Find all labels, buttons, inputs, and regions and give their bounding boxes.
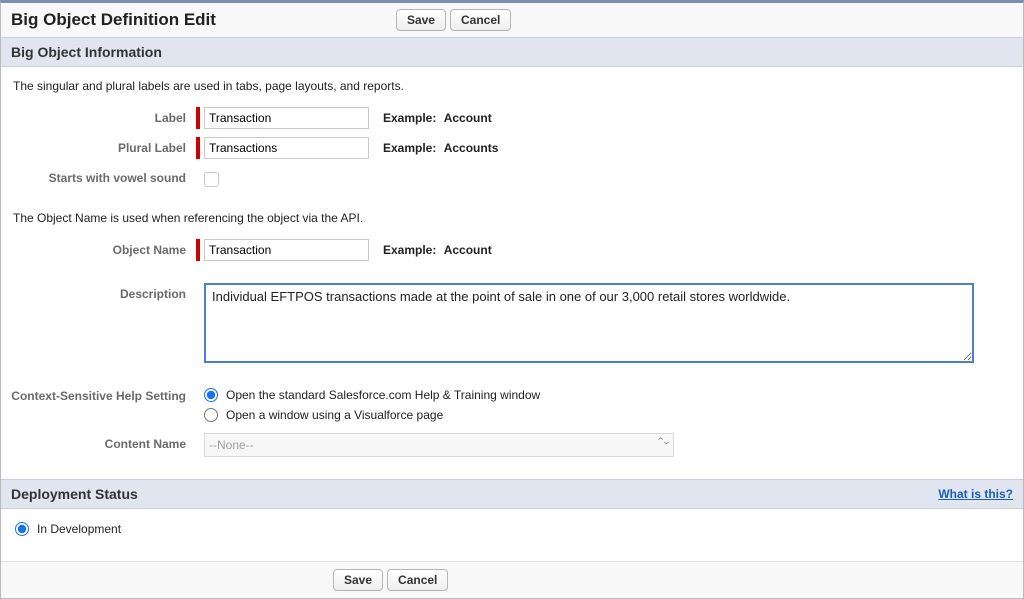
help-setting-options: Open the standard Salesforce.com Help & … <box>204 385 540 425</box>
help-option-vf-row: Open a window using a Visualforce page <box>204 405 540 425</box>
required-bar-spacer <box>196 167 200 189</box>
content-name-select-wrap: --None-- <box>204 433 674 457</box>
save-button-bottom[interactable]: Save <box>333 569 383 591</box>
page-container: Big Object Definition Edit Save Cancel B… <box>0 0 1024 599</box>
example-value: Accounts <box>444 141 499 155</box>
deploy-option-dev-label: In Development <box>37 522 121 536</box>
example-value: Account <box>444 243 492 257</box>
intro-labels-text: The singular and plural labels are used … <box>1 75 1023 103</box>
section-info-body: The singular and plural labels are used … <box>1 67 1023 479</box>
example-prefix: Example: <box>383 111 436 125</box>
deploy-option-dev-radio[interactable] <box>15 522 29 536</box>
spacer <box>1 367 1023 381</box>
example-prefix: Example: <box>383 141 436 155</box>
row-help-setting: Context-Sensitive Help Setting Open the … <box>1 381 1023 429</box>
label-example: Example: Account <box>383 107 492 125</box>
intro-api-text: The Object Name is used when referencing… <box>1 207 1023 235</box>
required-bar-spacer <box>196 283 200 363</box>
deploy-option-dev-row: In Development <box>15 519 1009 539</box>
cancel-button-bottom[interactable]: Cancel <box>387 569 448 591</box>
save-button-top[interactable]: Save <box>396 9 446 31</box>
page-title: Big Object Definition Edit <box>11 10 216 30</box>
description-field-label: Description <box>1 283 196 301</box>
object-name-input[interactable] <box>204 239 369 261</box>
required-bar-spacer <box>196 385 200 425</box>
help-option-vf-label: Open a window using a Visualforce page <box>226 408 443 422</box>
content-name-select[interactable]: --None-- <box>204 433 674 457</box>
plural-example: Example: Accounts <box>383 137 498 155</box>
section-deploy-header: Deployment Status What is this? <box>1 479 1023 509</box>
objname-example: Example: Account <box>383 239 492 257</box>
section-info-header: Big Object Information <box>1 37 1023 67</box>
label-input[interactable] <box>204 107 369 129</box>
row-vowel: Starts with vowel sound <box>1 163 1023 193</box>
help-option-vf-radio[interactable] <box>204 408 218 422</box>
row-content-name: Content Name --None-- <box>1 429 1023 461</box>
cancel-button-top[interactable]: Cancel <box>450 9 511 31</box>
plural-label-input[interactable] <box>204 137 369 159</box>
row-label: Label Example: Account <box>1 103 1023 133</box>
footer-buttons: Save Cancel <box>333 569 448 591</box>
footer-bar: Save Cancel <box>1 561 1023 598</box>
example-value: Account <box>444 111 492 125</box>
help-option-standard-label: Open the standard Salesforce.com Help & … <box>226 388 540 402</box>
content-name-field-label: Content Name <box>1 433 196 451</box>
help-option-standard-radio[interactable] <box>204 388 218 402</box>
required-bar-icon <box>196 137 200 159</box>
help-option-standard-row: Open the standard Salesforce.com Help & … <box>204 385 540 405</box>
description-textarea[interactable] <box>204 283 974 363</box>
spacer <box>1 193 1023 207</box>
row-plural-label: Plural Label Example: Accounts <box>1 133 1023 163</box>
header-buttons: Save Cancel <box>396 9 511 31</box>
help-setting-field-label: Context-Sensitive Help Setting <box>1 385 196 403</box>
what-is-this-link[interactable]: What is this? <box>938 487 1013 501</box>
deploy-title: Deployment Status <box>11 486 138 502</box>
header-bar: Big Object Definition Edit Save Cancel <box>1 3 1023 37</box>
required-bar-icon <box>196 239 200 261</box>
required-bar-spacer <box>196 433 200 457</box>
section-deploy-body: In Development <box>1 509 1023 561</box>
row-description: Description <box>1 279 1023 367</box>
label-field-label: Label <box>1 107 196 125</box>
vowel-checkbox[interactable] <box>204 172 219 187</box>
plural-field-label: Plural Label <box>1 137 196 155</box>
spacer <box>1 265 1023 279</box>
example-prefix: Example: <box>383 243 436 257</box>
vowel-field-label: Starts with vowel sound <box>1 167 196 185</box>
required-bar-icon <box>196 107 200 129</box>
row-object-name: Object Name Example: Account <box>1 235 1023 265</box>
objname-field-label: Object Name <box>1 239 196 257</box>
